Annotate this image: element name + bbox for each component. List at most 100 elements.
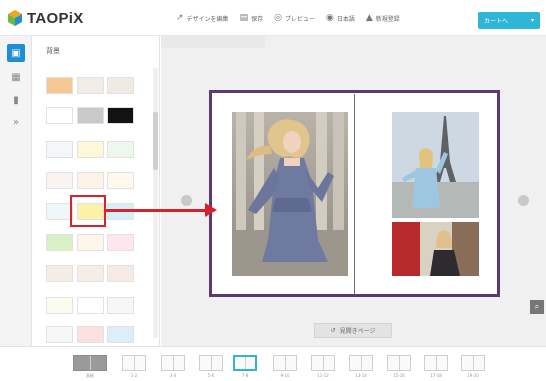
zoom-icon: ⌕ [534,302,540,311]
zoom-button[interactable]: ⌕ [530,300,544,314]
order-button[interactable]: カートへ ▾ [478,12,540,29]
page-thumbnail[interactable] [273,355,297,371]
account-button[interactable]: ▲ 新規登録 [366,13,400,23]
save-icon: ▤ [239,13,249,23]
thumbnail-fold [323,356,324,370]
photos-rail-button[interactable]: ▦ [7,68,25,86]
background-swatch[interactable] [77,326,104,343]
background-swatch[interactable] [77,77,104,94]
page-thumbnail-label: 19-20 [467,373,479,378]
background-swatch[interactable] [46,326,73,343]
background-swatch[interactable] [46,203,73,220]
account-label: 新規登録 [375,15,400,23]
background-swatch[interactable] [107,234,134,251]
page-thumbnail-cover[interactable] [73,355,107,371]
background-swatch[interactable] [46,234,73,251]
taopix-logo: TAOPiX [6,8,84,28]
edit-design-label: デザインを編集 [186,15,229,23]
trash-rail-button[interactable]: ▮ [7,91,25,109]
background-swatch[interactable] [46,107,73,124]
background-swatch[interactable] [46,77,73,94]
selected-swatch-highlight [70,195,106,227]
annotation-arrow-head-icon [205,203,217,217]
photo-frame-large[interactable] [232,112,348,276]
thumbnail-fold [173,356,174,370]
panel-scrollbar-thumb[interactable] [153,112,158,170]
page-thumbnail[interactable] [122,355,146,371]
language-button[interactable]: ◉ 日本語 [326,13,355,23]
chevron-down-icon: ▾ [530,17,534,24]
edit-design-button[interactable]: ↗ デザインを編集 [176,13,229,23]
background-swatch[interactable] [77,141,104,158]
page-thumbnail-label: 1-2 [130,373,138,378]
logo-text: TAOPiX [27,9,84,27]
spread-page-label[interactable]: ↺ 見開きページ [314,323,392,338]
next-page-button[interactable] [518,195,529,206]
page-thumbnail[interactable] [311,355,335,371]
page-thumbnail-label: 17-18 [430,373,442,378]
page-thumbnail-label: 11-12 [317,373,329,378]
photo-woman-eiffel [392,112,479,218]
language-icon: ◉ [325,13,334,23]
previous-page-button[interactable] [181,195,192,206]
language-label: 日本語 [336,15,355,23]
page-label-text: 見開きページ [339,328,376,335]
photo-frame-top-right[interactable] [392,112,479,218]
page-thumbnail[interactable] [349,355,373,371]
background-swatch[interactable] [107,172,134,189]
background-swatch[interactable] [107,265,134,282]
thumbnail-fold [211,356,212,370]
expand-icon: » [12,116,20,128]
panel-title: 背景 [46,47,60,55]
page-thumbnail-label: 9-10 [280,373,290,378]
background-swatch[interactable] [107,77,134,94]
page-thumbnail[interactable] [387,355,411,371]
edit-design-icon: ↗ [176,13,184,23]
account-icon: ▲ [365,13,373,23]
background-swatch[interactable] [77,172,104,189]
refresh-icon: ↺ [330,327,336,334]
background-swatch[interactable] [107,326,134,343]
thumbnail-fold [399,356,400,370]
left-icon-rail: ▣ ▦ ▮ » [0,36,32,346]
page-thumbnail-label: 表紙 [86,373,94,378]
preview-label: プレビュー [284,15,315,23]
save-button[interactable]: ▤ 保存 [240,13,264,23]
background-swatch[interactable] [46,297,73,314]
background-swatch[interactable] [46,172,73,189]
layout-rail-button[interactable]: ▣ [7,44,25,62]
background-swatch[interactable] [107,107,134,124]
background-swatch[interactable] [77,234,104,251]
thumbnail-fold [361,356,362,370]
page-thumbnail[interactable] [161,355,185,371]
page-thumbnail[interactable] [199,355,223,371]
thumbnail-fold [473,356,474,370]
page-thumbnail-label: 13-14 [355,373,367,378]
photo-frame-bottom-right[interactable] [392,222,479,276]
annotation-arrow-line [105,209,209,212]
background-swatch[interactable] [77,107,104,124]
page-thumbnail[interactable] [233,355,257,371]
trash-icon: ▮ [13,94,19,106]
canvas-top-strip [161,36,265,48]
background-swatch[interactable] [107,141,134,158]
thumbnail-fold [134,356,135,370]
background-swatch[interactable] [46,141,73,158]
background-swatch[interactable] [46,265,73,282]
background-swatch[interactable] [77,265,104,282]
layout-icon: ▣ [11,47,21,59]
top-actions: ↗ デザインを編集 ▤ 保存 ◎ プレビュー ◉ 日本語 ▲ 新規登録 [176,13,411,23]
order-label: カートへ [484,18,509,25]
background-swatch[interactable] [77,297,104,314]
photos-icon: ▦ [11,71,21,83]
page-thumbnail[interactable] [424,355,448,371]
preview-button[interactable]: ◎ プレビュー [274,13,315,23]
page-thumbnail-label: 3-4 [169,373,177,378]
background-swatch[interactable] [107,297,134,314]
preview-icon: ◎ [274,13,282,23]
page-thumbnail[interactable] [461,355,485,371]
expand-rail-button[interactable]: » [7,113,25,131]
photo-woman-coat [392,222,479,276]
page-thumbnail-label: 7-8 [241,373,249,378]
panel-scrollbar-track[interactable] [153,68,158,338]
